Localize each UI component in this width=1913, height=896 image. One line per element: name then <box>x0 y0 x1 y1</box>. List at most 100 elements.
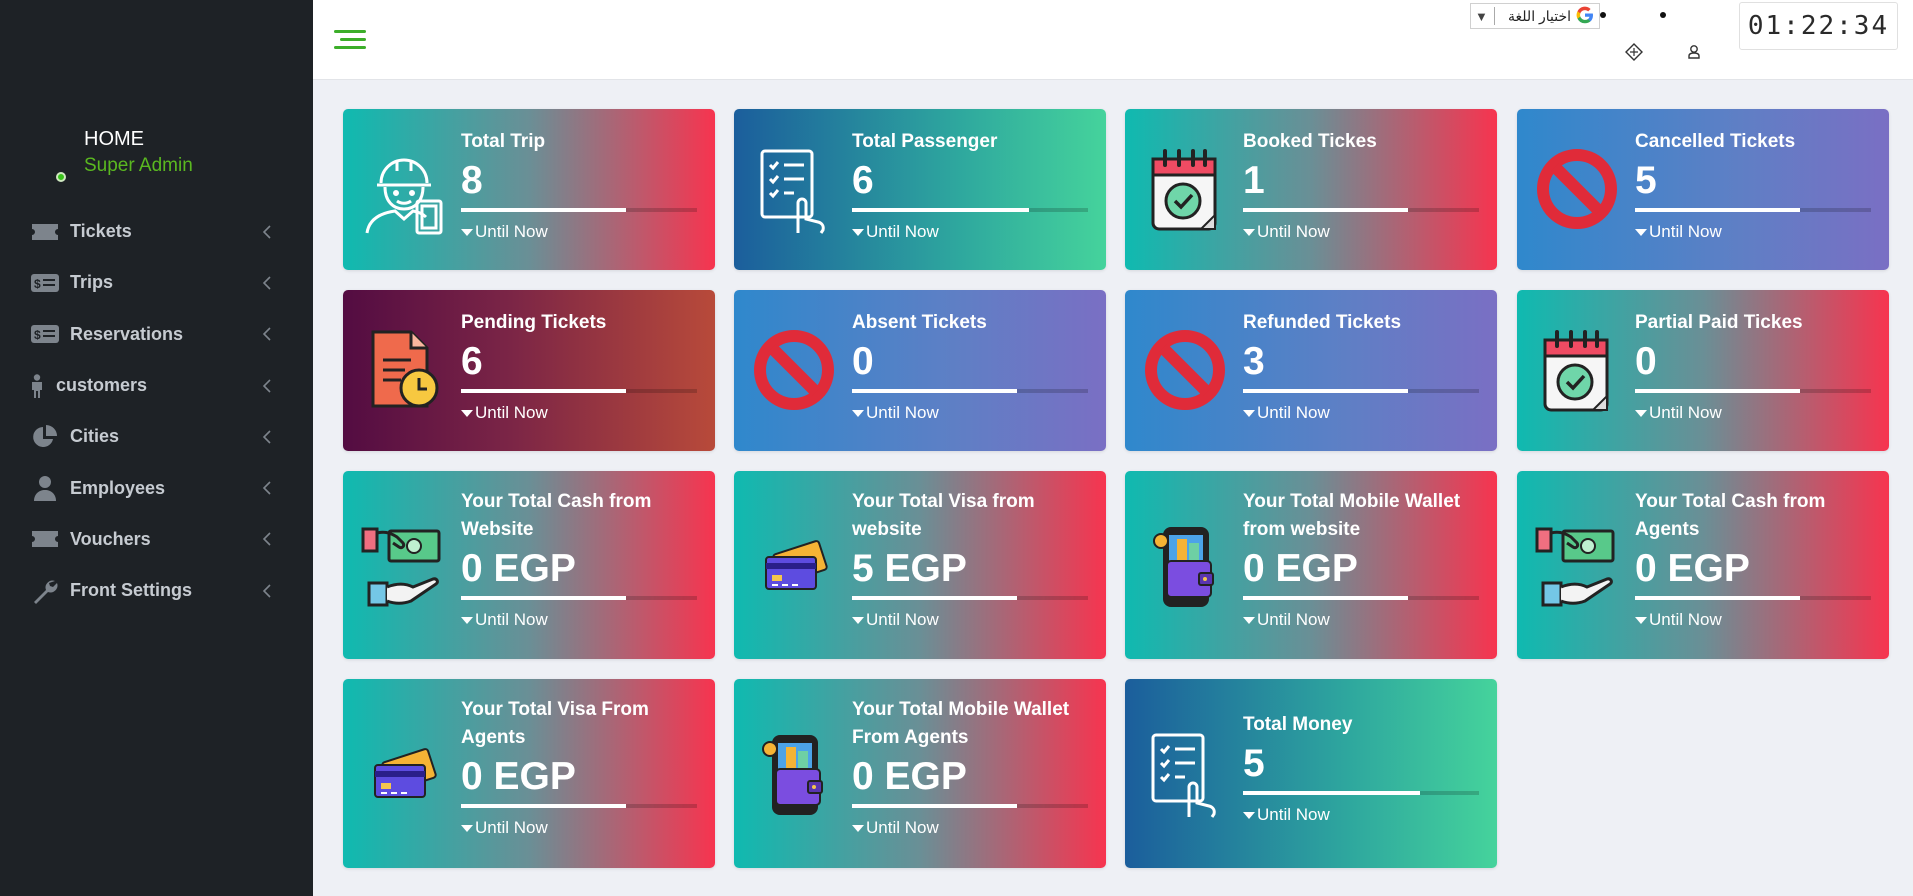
divider <box>1493 7 1495 25</box>
sidebar-item-label: customers <box>56 375 148 396</box>
sidebar-item-label: Front Settings <box>70 580 192 601</box>
caret-down-icon <box>461 228 473 236</box>
card-footer-text: Until Now <box>475 610 548 629</box>
progress-bar <box>1635 389 1871 393</box>
stat-card-absent-tickets[interactable]: Absent Tickets 0 Until Now <box>734 290 1106 451</box>
sidebar-item-tickets[interactable]: Tickets <box>0 206 313 257</box>
language-select-label: اختيار اللغة <box>1508 7 1571 24</box>
diamond-crosshair-icon[interactable] <box>1624 42 1644 62</box>
stat-card-partial-paid-tickets[interactable]: Partial Paid Tickes 0 Until Now <box>1517 290 1889 451</box>
progress-bar <box>852 389 1088 393</box>
cash-hand-icon <box>1533 521 1623 611</box>
mobile-wallet-icon <box>750 729 840 819</box>
document-clock-icon <box>359 326 449 416</box>
progress-bar <box>461 804 697 808</box>
chevron-left-icon <box>257 324 277 344</box>
stat-card-total-trip[interactable]: Total Trip 8 Until Now <box>343 109 715 270</box>
progress-bar <box>852 208 1088 212</box>
sidebar-item-reservations[interactable]: $ Reservations <box>0 309 313 360</box>
card-footer-text: Until Now <box>1257 403 1330 422</box>
stat-card-total-passenger[interactable]: Total Passenger 6 Until Now <box>734 109 1106 270</box>
card-footer: Until Now <box>1243 403 1479 423</box>
credit-card-icon <box>359 729 449 819</box>
progress-fill <box>1635 389 1801 393</box>
user-role: Super Admin <box>84 155 193 176</box>
progress-fill <box>1243 791 1420 795</box>
sidebar-item-vouchers[interactable]: Vouchers <box>0 514 313 565</box>
card-value: 0 <box>852 340 874 383</box>
checklist-hand-icon <box>1141 729 1231 819</box>
svg-text:$: $ <box>34 328 41 342</box>
menu-toggle-icon[interactable] <box>332 26 368 54</box>
calendar-check-icon <box>1141 145 1231 235</box>
card-footer: Until Now <box>852 403 1088 423</box>
caret-down-icon <box>852 409 864 417</box>
user-icon[interactable] <box>1684 42 1704 62</box>
chevron-left-icon <box>257 222 277 242</box>
pie-chart-icon <box>30 424 60 450</box>
top-header: ▼ اختيار اللغة 01:22:34 <box>313 0 1913 80</box>
card-footer: Until Now <box>1243 805 1479 825</box>
stat-card-pending-tickets[interactable]: Pending Tickets 6 Until Now <box>343 290 715 451</box>
card-title: Refunded Tickets <box>1243 312 1402 333</box>
sidebar-item-employees[interactable]: Employees <box>0 462 313 513</box>
card-title: Absent Tickets <box>852 312 987 333</box>
stat-card-visa-agents[interactable]: Your Total Visa From Agents 0 EGP Until … <box>343 679 715 868</box>
card-value: 5 EGP <box>852 547 967 590</box>
sidebar-item-cities[interactable]: Cities <box>0 411 313 462</box>
stat-card-mobile-wallet-agents[interactable]: Your Total Mobile Wallet From Agents 0 E… <box>734 679 1106 868</box>
card-title: Your Total Visa From Agents <box>461 699 649 748</box>
language-select[interactable]: ▼ اختيار اللغة <box>1470 3 1600 29</box>
dropdown-arrow-icon: ▼ <box>1475 8 1488 24</box>
stat-card-visa-website[interactable]: Your Total Visa from website 5 EGP Until… <box>734 471 1106 659</box>
stat-card-cash-website[interactable]: Your Total Cash from Website 0 EGP Until… <box>343 471 715 659</box>
card-title: Pending Tickets <box>461 312 607 333</box>
progress-fill <box>852 389 1018 393</box>
progress-bar <box>1243 596 1479 600</box>
chevron-left-icon <box>257 581 277 601</box>
sidebar-item-trips[interactable]: $ Trips <box>0 257 313 308</box>
digital-clock: 01:22:34 <box>1739 2 1898 50</box>
card-value: 0 EGP <box>852 755 967 798</box>
stat-card-total-money[interactable]: Total Money 5 Until Now <box>1125 679 1497 868</box>
card-footer-text: Until Now <box>1649 610 1722 629</box>
stat-card-mobile-wallet-website[interactable]: Your Total Mobile Wallet from website 0 … <box>1125 471 1497 659</box>
prohibited-icon <box>750 326 840 416</box>
progress-fill <box>461 804 627 808</box>
card-footer: Until Now <box>461 222 697 242</box>
caret-down-icon <box>852 824 864 832</box>
sidebar-item-front-settings[interactable]: Front Settings <box>0 565 313 616</box>
chevron-left-icon <box>257 529 277 549</box>
progress-bar <box>852 804 1088 808</box>
chevron-left-icon <box>257 427 277 447</box>
card-value: 6 <box>461 340 483 383</box>
caret-down-icon <box>1243 409 1255 417</box>
caret-down-icon <box>1243 228 1255 236</box>
sidebar-item-label: Cities <box>70 426 120 447</box>
card-title: Partial Paid Tickes <box>1635 312 1803 333</box>
svg-text:$: $ <box>34 277 41 291</box>
card-footer: Until Now <box>852 610 1088 630</box>
stat-card-cancelled-tickets[interactable]: Cancelled Tickets 5 Until Now <box>1517 109 1889 270</box>
card-value: 0 EGP <box>1243 547 1358 590</box>
calendar-check-icon <box>1533 326 1623 416</box>
stat-card-booked-tickets[interactable]: Booked Tickes 1 Until Now <box>1125 109 1497 270</box>
caret-down-icon <box>1635 616 1647 624</box>
caret-down-icon <box>461 409 473 417</box>
sidebar-item-label: Reservations <box>70 323 184 344</box>
caret-down-icon <box>852 616 864 624</box>
worker-icon <box>359 145 449 235</box>
user-name[interactable]: HOME <box>84 128 193 151</box>
progress-bar <box>852 596 1088 600</box>
stat-card-refunded-tickets[interactable]: Refunded Tickets 3 Until Now <box>1125 290 1497 451</box>
progress-fill <box>1635 208 1801 212</box>
card-footer: Until Now <box>1635 222 1871 242</box>
stat-card-cash-agents[interactable]: Your Total Cash from Agents 0 EGP Until … <box>1517 471 1889 659</box>
user-icon <box>30 475 60 502</box>
credit-card-icon <box>750 521 840 611</box>
prohibited-icon <box>1141 326 1231 416</box>
sidebar-item-customers[interactable]: customers <box>0 360 313 411</box>
card-title: Your Total Mobile Wallet From Agents <box>852 699 1070 748</box>
card-value: 0 <box>1635 340 1657 383</box>
progress-fill <box>1243 596 1409 600</box>
